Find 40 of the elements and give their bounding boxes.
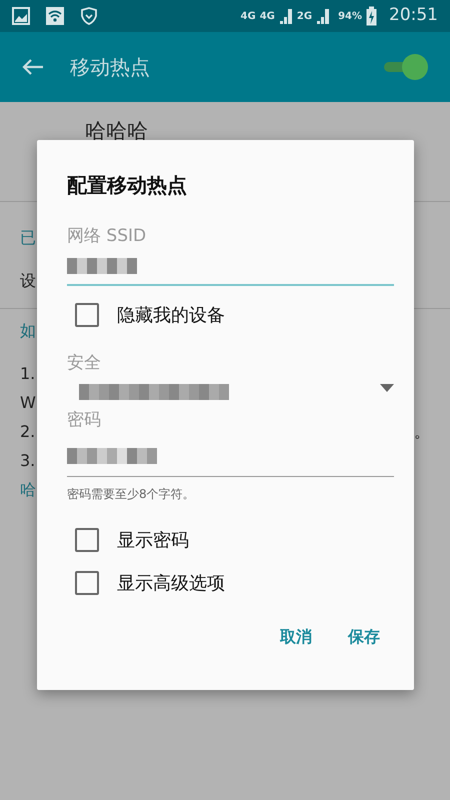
checkbox-label: 显示密码 — [117, 528, 189, 552]
dropdown-caret-icon — [380, 384, 394, 392]
dialog-button[interactable]: 取消 — [274, 620, 318, 652]
background-text: 3. — [20, 450, 36, 472]
battery-percent: 94% — [338, 10, 362, 24]
signal-icon — [316, 7, 330, 25]
back-arrow-icon — [22, 58, 44, 76]
background-text: 已 — [20, 227, 36, 249]
signal-icon — [278, 7, 293, 25]
image-icon — [12, 7, 30, 25]
background-text: 如 — [20, 320, 36, 342]
wifi-icon — [46, 7, 64, 25]
sim-label: 4G — [260, 10, 275, 24]
sim-label: 2G — [296, 10, 312, 24]
network-type: 4G — [240, 10, 256, 24]
hotspot-name: 哈哈哈 — [85, 119, 148, 143]
background-text: 1. — [20, 363, 36, 385]
battery-charging-icon — [366, 6, 377, 26]
back-button[interactable] — [22, 58, 44, 76]
checkbox-label: 显示高级选项 — [117, 572, 225, 596]
field-label: 网络 SSID — [67, 225, 146, 248]
pixelated-value — [67, 258, 137, 274]
helper-text: 密码需要至少8个字符。 — [67, 486, 196, 502]
dialog-button[interactable]: 保存 — [342, 620, 386, 652]
hotspot-switch[interactable] — [382, 54, 428, 80]
app-bar-title: 移动热点 — [70, 54, 150, 81]
checkbox[interactable] — [75, 303, 99, 327]
dialog-title: 配置移动热点 — [67, 172, 188, 199]
field-label: 安全 — [67, 352, 102, 374]
field-label: 密码 — [67, 409, 101, 432]
clock: 20:51 — [389, 4, 438, 28]
checkbox-label: 隐藏我的设备 — [117, 304, 225, 328]
checkbox[interactable] — [75, 571, 99, 595]
background-text: 设 — [20, 270, 36, 292]
shield-icon — [80, 7, 98, 25]
background-text: 哈 — [20, 479, 36, 501]
background-text: 2. — [20, 421, 36, 443]
background-text: W — [20, 392, 36, 414]
checkbox[interactable] — [75, 528, 99, 552]
background-text: 。 — [414, 421, 430, 443]
